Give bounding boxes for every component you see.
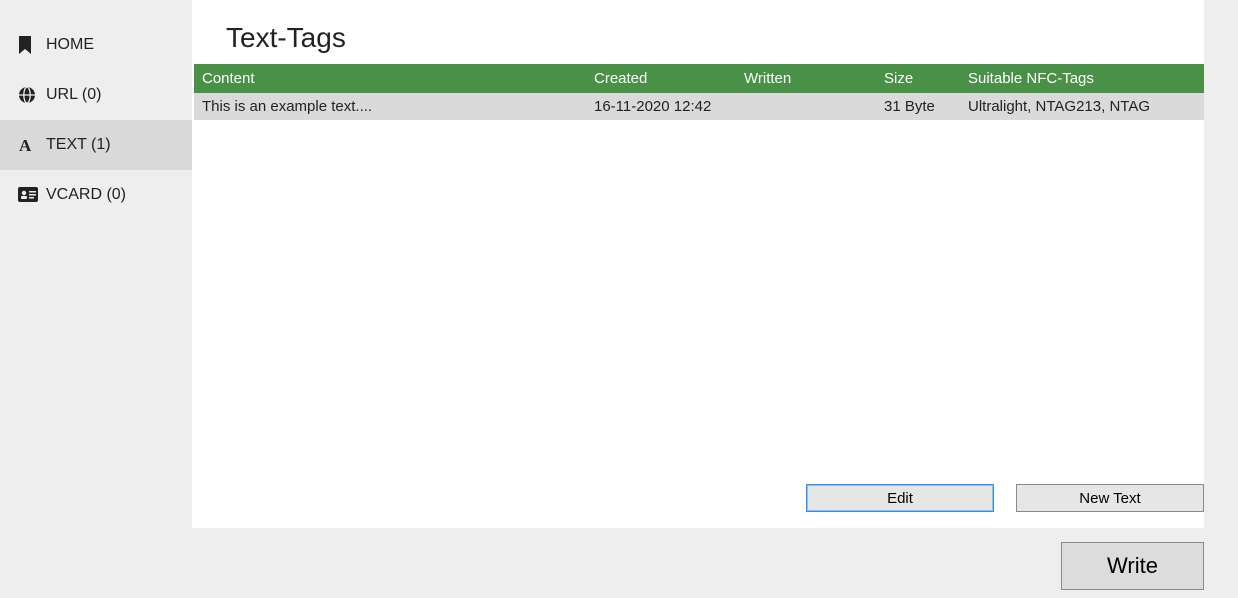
svg-text:A: A xyxy=(19,136,32,154)
col-header-written[interactable]: Written xyxy=(744,70,884,87)
col-header-tags[interactable]: Suitable NFC-Tags xyxy=(968,70,1204,87)
sidebar-item-label: HOME xyxy=(46,36,94,54)
action-button-row: Edit New Text xyxy=(192,474,1204,512)
globe-icon xyxy=(18,86,46,104)
data-table: Content Created Written Size Suitable NF… xyxy=(192,64,1204,474)
sidebar-item-home[interactable]: HOME xyxy=(0,20,192,70)
cell-tags: Ultralight, NTAG213, NTAG xyxy=(968,98,1204,115)
cell-created: 16-11-2020 12:42 xyxy=(594,98,744,115)
footer-row: Write xyxy=(0,528,1238,598)
new-text-button[interactable]: New Text xyxy=(1016,484,1204,512)
font-icon: A xyxy=(18,136,46,154)
cell-content: This is an example text.... xyxy=(194,98,594,115)
page-title: Text-Tags xyxy=(192,22,1204,64)
sidebar-item-label: VCARD (0) xyxy=(46,186,126,204)
edit-button[interactable]: Edit xyxy=(806,484,994,512)
bookmark-icon xyxy=(18,36,46,54)
col-header-created[interactable]: Created xyxy=(594,70,744,87)
write-button[interactable]: Write xyxy=(1061,542,1204,590)
table-row[interactable]: This is an example text.... 16-11-2020 1… xyxy=(194,93,1204,120)
sidebar-item-url[interactable]: URL (0) xyxy=(0,70,192,120)
sidebar-item-label: URL (0) xyxy=(46,86,101,104)
sidebar-item-text[interactable]: A TEXT (1) xyxy=(0,120,192,170)
table-header-row: Content Created Written Size Suitable NF… xyxy=(194,64,1204,93)
table-body: This is an example text.... 16-11-2020 1… xyxy=(192,93,1204,474)
col-header-size[interactable]: Size xyxy=(884,70,968,87)
sidebar: HOME URL (0) A TEXT (1) VCARD (0) xyxy=(0,0,192,528)
card-icon xyxy=(18,187,46,203)
sidebar-item-label: TEXT (1) xyxy=(46,136,111,154)
main-panel: Text-Tags Content Created Written Size S… xyxy=(192,0,1204,528)
col-header-content[interactable]: Content xyxy=(194,70,594,87)
sidebar-item-vcard[interactable]: VCARD (0) xyxy=(0,170,192,220)
cell-size: 31 Byte xyxy=(884,98,968,115)
cell-written xyxy=(744,98,884,115)
